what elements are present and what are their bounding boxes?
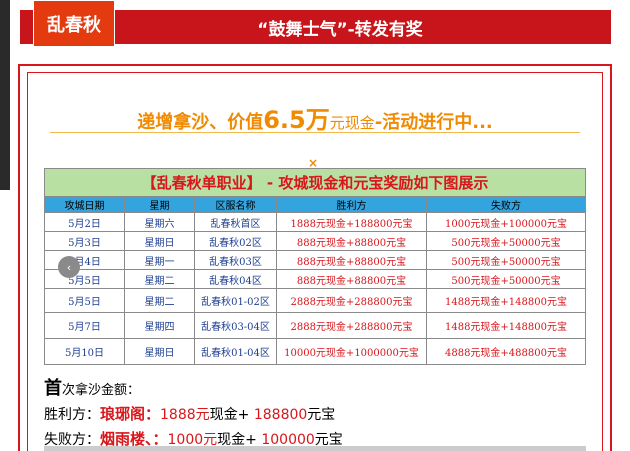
table-row: 5月2日 星期六 乱春秋首区 1888元现金+188800元宝 1000元现金+… [44, 212, 586, 232]
cell-loser: 500元现金+50000元宝 [426, 250, 586, 270]
cell-server: 乱春秋04区 [194, 269, 277, 289]
cell-server: 乱春秋01-04区 [194, 338, 277, 365]
cell-date: 5月7日 [44, 312, 125, 339]
cell-loser: 1000元现金+100000元宝 [426, 212, 586, 232]
promo-amount: 6.5万 [263, 106, 330, 134]
cell-server: 乱春秋03区 [194, 250, 277, 270]
cell-loser: 4888元现金+488800元宝 [426, 338, 586, 365]
cell-weekday: 星期二 [124, 269, 195, 289]
cell-winner: 888元现金+88800元宝 [276, 250, 427, 270]
footer-divider [44, 446, 586, 451]
cell-loser: 500元现金+50000元宝 [426, 231, 586, 251]
winner-plus: + [237, 407, 254, 423]
cell-weekday: 星期六 [124, 212, 195, 232]
cell-winner: 888元现金+88800元宝 [276, 269, 427, 289]
left-dark-strip [0, 0, 10, 190]
table-row: 5月4日 星期一 乱春秋03区 888元现金+88800元宝 500元现金+50… [44, 250, 586, 270]
winner-cash: 1888元 [160, 407, 210, 423]
cell-date: 5月5日 [44, 288, 125, 313]
cell-server: 乱春秋03-04区 [194, 312, 277, 339]
winner-ingot-unit: 元宝 [307, 407, 336, 423]
reward-table: 【乱春秋单职业】 - 攻城现金和元宝奖励如下图展示 攻城日期 星期 区服名称 胜… [44, 168, 586, 365]
cell-server: 乱春秋02区 [194, 231, 277, 251]
cell-date: 5月10日 [44, 338, 125, 365]
cell-weekday: 星期日 [124, 338, 195, 365]
cell-weekday: 星期一 [124, 250, 195, 270]
promo-headline: 递增拿沙、价值6.5万元现金-活动进行中... [40, 100, 590, 135]
col-header-loser: 失败方 [426, 196, 586, 213]
promo-part3: -活动进行中... [374, 112, 493, 133]
col-header-server: 区服名称 [194, 196, 277, 213]
cell-loser: 500元现金+50000元宝 [426, 269, 586, 289]
table-title: 【乱春秋单职业】 - 攻城现金和元宝奖励如下图展示 [44, 168, 586, 197]
brand-logo[interactable]: 乱春秋 [33, 0, 115, 47]
winner-role: 胜利方： [44, 407, 100, 423]
table-row: 5月3日 星期日 乱春秋02区 888元现金+88800元宝 500元现金+50… [44, 231, 586, 251]
cell-winner: 2888元现金+288800元宝 [276, 312, 427, 339]
table-row: 5月10日 星期日 乱春秋01-04区 10000元现金+1000000元宝 4… [44, 338, 586, 365]
section-rest: 次拿沙金额： [62, 383, 141, 398]
cell-date: 5月3日 [44, 231, 125, 251]
cell-date: 5月2日 [44, 212, 125, 232]
promo-part1: 递增拿沙、价值 [137, 112, 264, 133]
cell-weekday: 星期二 [124, 288, 195, 313]
table-title-row: 【乱春秋单职业】 - 攻城现金和元宝奖励如下图展示 [44, 168, 586, 197]
cell-loser: 1488元现金+148800元宝 [426, 312, 586, 339]
winner-line: 胜利方：琅琊阁：1888元现金+ 188800元宝 [44, 403, 335, 424]
cell-loser: 1488元现金+148800元宝 [426, 288, 586, 313]
cell-weekday: 星期四 [124, 312, 195, 339]
cell-server: 乱春秋01-02区 [194, 288, 277, 313]
table-header-row: 攻城日期 星期 区服名称 胜利方 失败方 [44, 196, 586, 213]
table-row: 5月5日 星期二 乱春秋04区 888元现金+88800元宝 500元现金+50… [44, 269, 586, 289]
winner-cash-unit: 现金 [209, 407, 238, 423]
winner-ingot: 188800 [253, 407, 308, 423]
cell-date: 5月4日 [44, 250, 125, 270]
cell-weekday: 星期日 [124, 231, 195, 251]
cell-server: 乱春秋首区 [194, 212, 277, 232]
cell-winner: 2888元现金+288800元宝 [276, 288, 427, 313]
table-row: 5月5日 星期二 乱春秋01-02区 2888元现金+288800元宝 1488… [44, 288, 586, 313]
page-title: “鼓舞士气”-转发有奖 [257, 19, 423, 40]
winner-name: 琅琊阁： [100, 405, 161, 423]
cell-winner: 1888元现金+188800元宝 [276, 212, 427, 232]
prev-arrow-icon[interactable]: ‹ [58, 256, 80, 278]
cell-winner: 888元现金+88800元宝 [276, 231, 427, 251]
promo-divider [50, 132, 580, 133]
col-header-winner: 胜利方 [276, 196, 427, 213]
col-header-weekday: 星期 [124, 196, 195, 213]
cell-date: 5月5日 [44, 269, 125, 289]
cell-winner: 10000元现金+1000000元宝 [276, 338, 427, 365]
section-title: 首次拿沙金额： [44, 374, 140, 400]
promo-part2: 元现金 [329, 114, 375, 132]
section-first-char: 首 [44, 378, 62, 399]
table-row: 5月7日 星期四 乱春秋03-04区 2888元现金+288800元宝 1488… [44, 312, 586, 339]
col-header-date: 攻城日期 [44, 196, 125, 213]
